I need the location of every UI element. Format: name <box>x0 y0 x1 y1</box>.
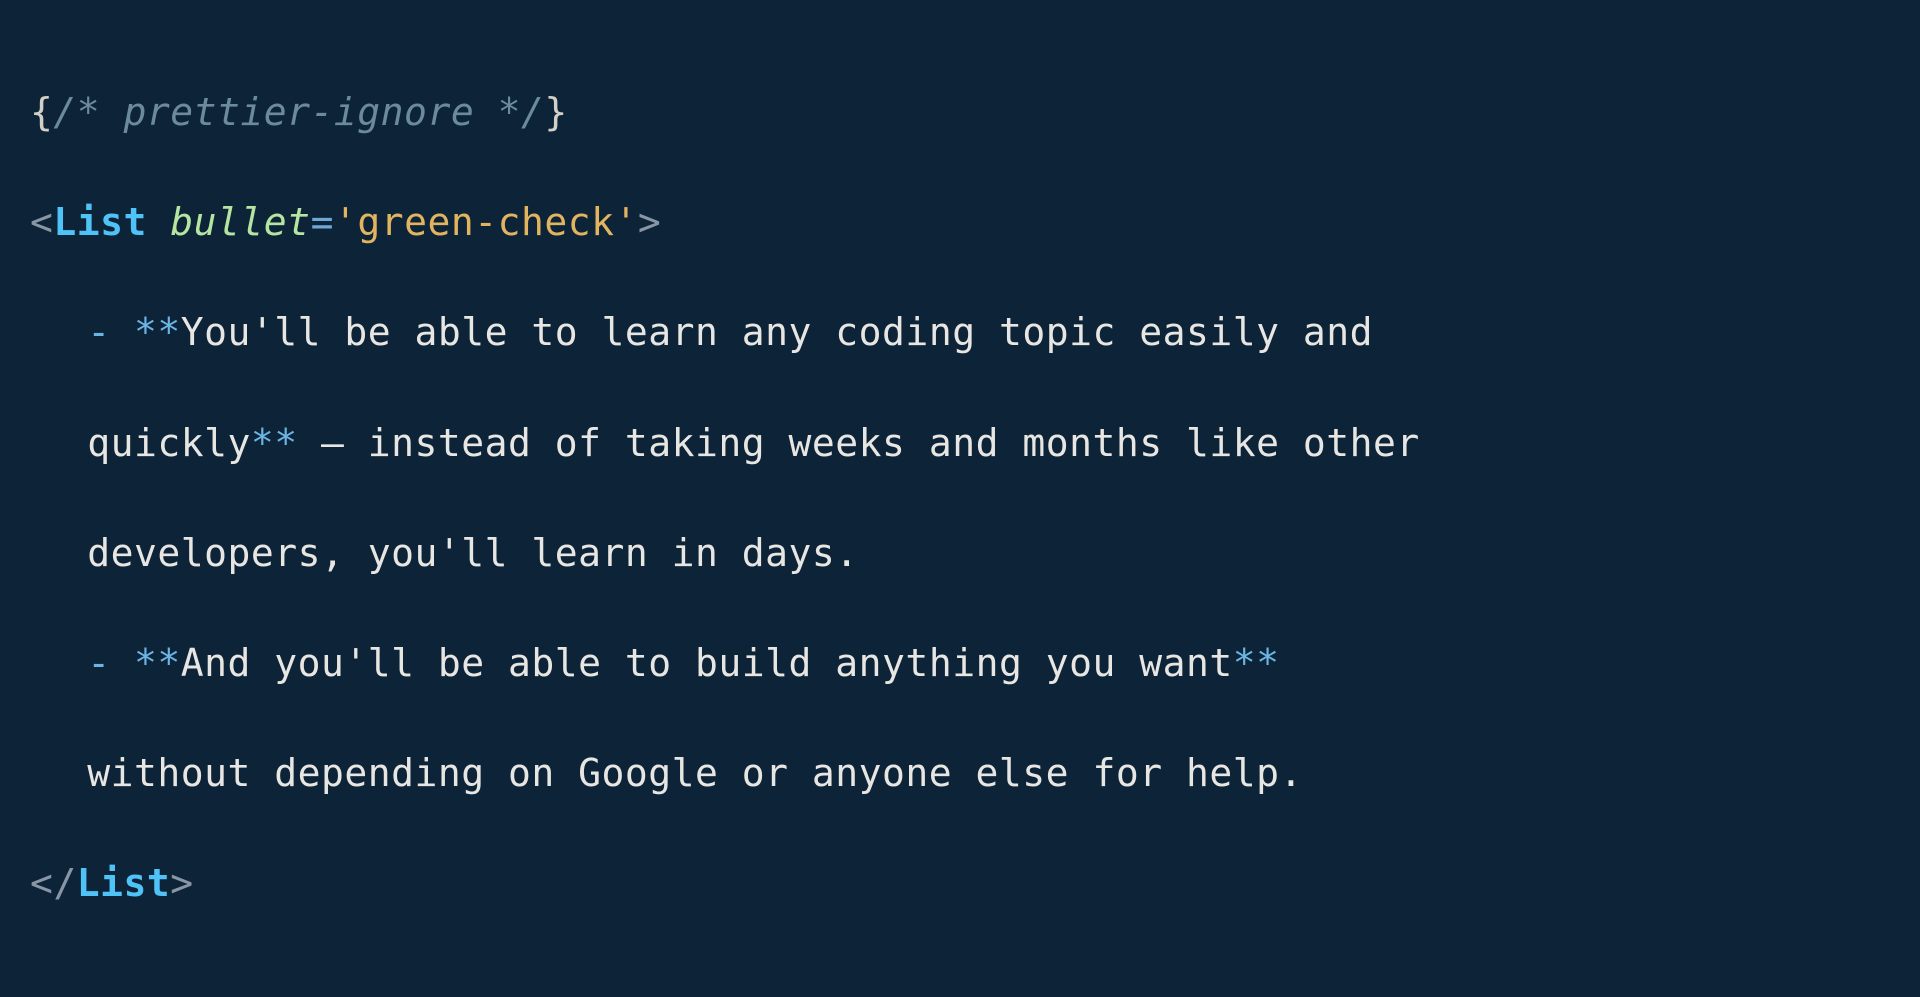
text-content: developers, you'll learn in days. <box>87 531 858 575</box>
angle-bracket: < <box>30 200 53 244</box>
space <box>147 200 170 244</box>
angle-bracket: > <box>638 200 661 244</box>
code-line-1: {/* prettier-ignore */} <box>30 85 1890 140</box>
bold-marker: ** <box>134 641 181 685</box>
bold-marker: ** <box>1233 641 1280 685</box>
jsx-tag: List <box>53 200 147 244</box>
string-value: 'green-check' <box>334 200 638 244</box>
bold-text: And you'll be able to build anything you… <box>181 641 1233 685</box>
code-line-5: developers, you'll learn in days. <box>30 526 1890 581</box>
code-line-2: <List bullet='green-check'> <box>30 195 1890 250</box>
jsx-tag: List <box>77 861 171 905</box>
bold-marker: ** <box>134 310 181 354</box>
text-content: — instead of taking weeks and months lik… <box>298 421 1420 465</box>
code-line-6: - **And you'll be able to build anything… <box>30 636 1890 691</box>
brace-close: } <box>544 90 567 134</box>
comment-text: /* prettier-ignore */ <box>53 90 544 134</box>
list-dash: - <box>87 310 134 354</box>
list-dash: - <box>87 641 134 685</box>
angle-bracket: > <box>170 861 193 905</box>
code-line-4: quickly** — instead of taking weeks and … <box>30 416 1890 471</box>
equals-sign: = <box>311 200 334 244</box>
bold-text: quickly <box>87 421 251 465</box>
text-content: without depending on Google or anyone el… <box>87 751 1303 795</box>
bold-text: You'll be able to learn any coding topic… <box>181 310 1373 354</box>
bold-marker: ** <box>251 421 298 465</box>
jsx-attribute: bullet <box>170 200 310 244</box>
code-line-3: - **You'll be able to learn any coding t… <box>30 305 1890 360</box>
brace-open: { <box>30 90 53 134</box>
code-editor-content: {/* prettier-ignore */} <List bullet='gr… <box>30 30 1890 967</box>
slash: / <box>53 861 76 905</box>
code-line-7: without depending on Google or anyone el… <box>30 746 1890 801</box>
angle-bracket: < <box>30 861 53 905</box>
code-line-8: </List> <box>30 856 1890 911</box>
